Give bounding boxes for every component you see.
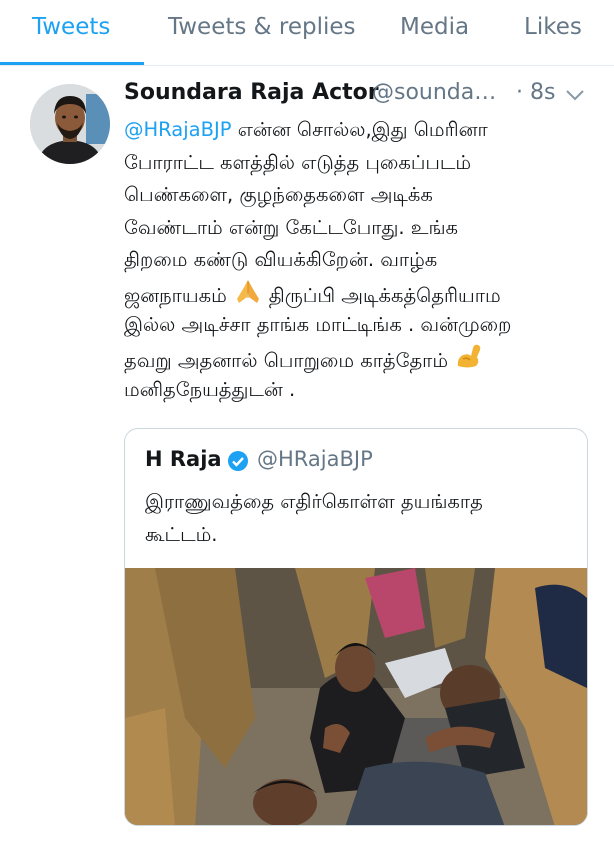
tweet-header: Soundara Raja Actor @soundar... · 8s (124, 80, 604, 112)
tweet-line: இல்ல அடிச்சா தாங்க மாட்டிங்க . வன்முறை (124, 313, 512, 336)
quoted-author-handle[interactable]: @HRajaBJP (257, 447, 373, 471)
tweet-text-segment: என்ன சொல்ல,இது மெரினா (231, 118, 488, 141)
profile-tabs: Tweets Tweets & replies Media Likes (0, 0, 614, 66)
tab-likes[interactable]: Likes (524, 14, 582, 40)
tab-media[interactable]: Media (400, 14, 469, 40)
tab-tweets[interactable]: Tweets (32, 14, 110, 40)
tweet-timestamp[interactable]: · 8s (516, 80, 555, 105)
tweet-line: ஜனநாயகம் திருப்பி அடிக்கத்தெரியாம (124, 277, 598, 310)
quoted-tweet-card[interactable]: H Raja @HRajaBJP இராணுவத்தை எதிர்கொள்ள த… (124, 428, 588, 826)
mention-link[interactable]: @HRajaBJP (124, 118, 232, 141)
chevron-down-icon[interactable] (564, 86, 586, 104)
tweet-text-segment: ஜனநாயகம் (124, 283, 227, 307)
tweet-line: பெண்களை, குழந்தைகளை அடிக்க (124, 183, 433, 206)
verified-badge-icon (227, 450, 249, 472)
protest-photo (125, 568, 587, 825)
quoted-tweet-line: கூட்டம். (145, 523, 218, 546)
tweet-text: @HRajaBJP என்ன சொல்ல,இது மெரினா போராட்ட … (124, 114, 598, 407)
active-tab-indicator (0, 62, 144, 65)
tweet-line: போராட்ட களத்தில் எடுத்த புகைப்படம் (124, 150, 472, 174)
tweet-line: தவறு அதனால் பொறுமை காத்தோம் (124, 342, 598, 375)
tab-tweets-and-replies[interactable]: Tweets & replies (168, 14, 356, 40)
avatar[interactable] (30, 84, 110, 164)
tweet-line: திறமை கண்டு வியக்கிறேன். வாழ்க (124, 248, 438, 271)
tweet-line: மனிதநேயத்துடன் . (124, 378, 296, 401)
author-display-name[interactable]: Soundara Raja Actor (124, 80, 379, 105)
quoted-author-display-name[interactable]: H Raja (145, 447, 222, 471)
tweet-line: வேண்டாம் என்று கேட்டபோது. உங்க (124, 215, 458, 239)
quoted-tweet-text: இராணுவத்தை எதிர்கொள்ள தயங்காத கூட்டம். (145, 485, 575, 551)
quoted-tweet-line: இராணுவத்தை எதிர்கொள்ள தயங்காத (145, 490, 483, 513)
tweet-text-segment: திருப்பி அடிக்கத்தெரியாம (268, 283, 501, 307)
author-handle[interactable]: @soundar... (372, 80, 502, 105)
tweet-line: @HRajaBJP என்ன சொல்ல,இது மெரினா (124, 114, 598, 147)
quoted-tweet-photo[interactable] (125, 568, 587, 825)
flexed-biceps-emoji (454, 342, 484, 381)
avatar-photo (30, 84, 110, 164)
tweet-text-segment: தவறு அதனால் பொறுமை காத்தோம் (124, 348, 449, 372)
